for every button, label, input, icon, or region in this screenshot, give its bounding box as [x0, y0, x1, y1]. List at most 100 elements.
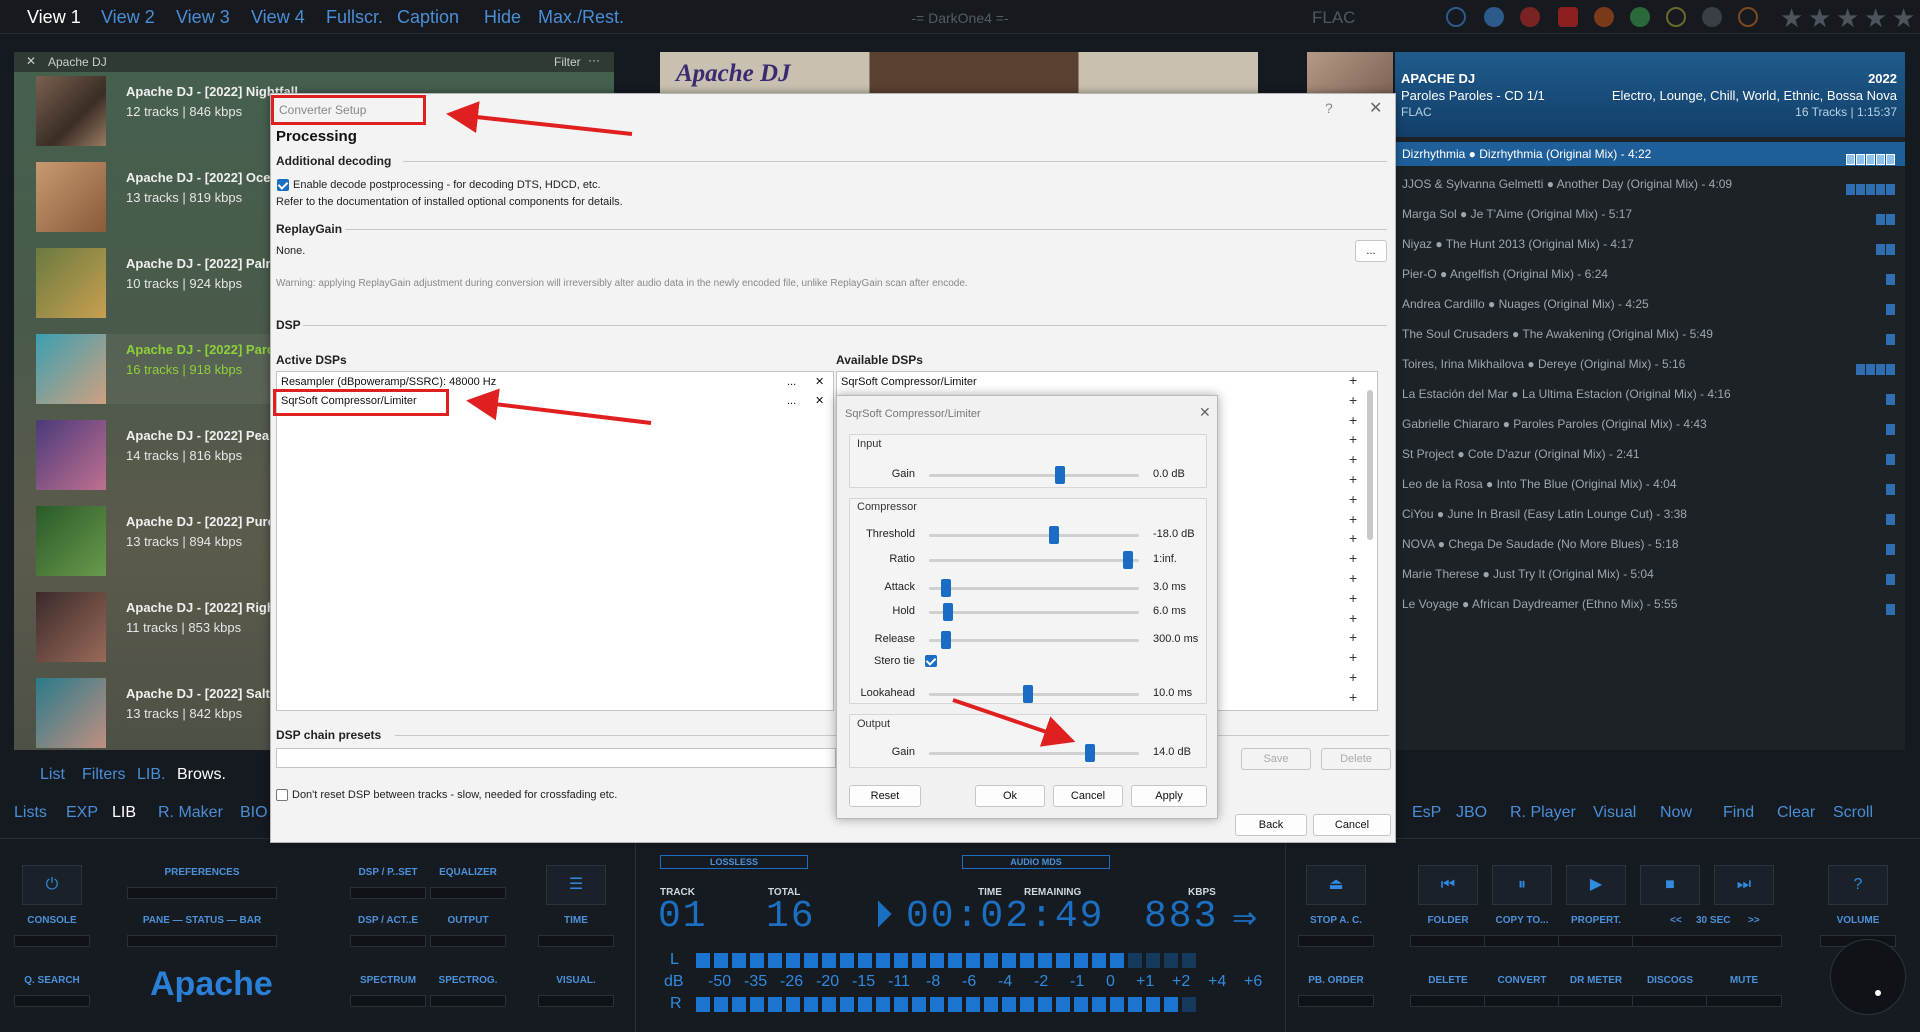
google-icon[interactable] — [1484, 7, 1504, 27]
youtube-icon[interactable] — [1558, 7, 1578, 27]
spectrum-button[interactable] — [350, 995, 426, 1007]
stop-icon[interactable]: ■ — [1640, 865, 1700, 905]
hold-slider[interactable] — [929, 611, 1139, 614]
stop-after-current-button[interactable] — [1298, 935, 1374, 947]
forward-label[interactable]: >> — [1748, 915, 1760, 926]
console-button[interactable] — [14, 935, 90, 947]
add-dsp-button[interactable]: + — [1349, 590, 1357, 606]
lookahead-slider[interactable] — [929, 693, 1139, 696]
add-dsp-button[interactable]: + — [1349, 491, 1357, 507]
track-row[interactable]: Marie Therese ● Just Try It (Original Mi… — [1395, 562, 1905, 586]
delete-preset-button[interactable]: Delete — [1321, 748, 1391, 770]
output_gain-slider[interactable] — [929, 752, 1139, 755]
add-dsp-button[interactable]: + — [1349, 689, 1357, 705]
dr-meter-button[interactable] — [1558, 995, 1634, 1007]
track-row[interactable]: Gabrielle Chiararo ● Paroles Paroles (Or… — [1395, 412, 1905, 436]
add-dsp-button[interactable]: + — [1349, 649, 1357, 665]
esp-link[interactable]: EsP — [1412, 804, 1441, 822]
cancel-button[interactable]: Cancel — [1313, 814, 1391, 836]
dsp-configure-button[interactable]: ... — [787, 392, 796, 411]
lookahead-slider-thumb[interactable] — [1023, 685, 1033, 703]
rating-star-icon[interactable]: ★ — [1780, 3, 1803, 34]
pane-status-bar-button[interactable] — [127, 935, 277, 947]
convert-button[interactable] — [1484, 995, 1560, 1007]
scroll-link[interactable]: Scroll — [1833, 804, 1873, 822]
equalizer-button[interactable] — [430, 887, 506, 899]
properties-button[interactable] — [1558, 935, 1634, 947]
filter-button[interactable]: Filter — [554, 55, 581, 69]
switch-arrows-icon[interactable]: ⇒ — [1232, 901, 1257, 936]
dsp-configure-button[interactable]: ... — [787, 373, 796, 392]
time-button[interactable] — [538, 935, 614, 947]
mute-button[interactable] — [1706, 995, 1782, 1007]
threshold-slider[interactable] — [929, 534, 1139, 537]
reset-button[interactable]: Reset — [849, 785, 921, 807]
release-slider[interactable] — [929, 639, 1139, 642]
rating-star-icon[interactable]: ★ — [1864, 3, 1887, 34]
track-row[interactable]: NOVA ● Chega De Saudade (No More Blues) … — [1395, 532, 1905, 556]
available-dsp-row[interactable]: SqrSoft Compressor/Limiter — [837, 373, 1277, 392]
add-dsp-button[interactable]: + — [1349, 570, 1357, 586]
bio-link[interactable]: BIO — [240, 804, 268, 822]
output_gain-slider-thumb[interactable] — [1085, 744, 1095, 762]
track-row[interactable]: CiYou ● June In Brasil (Easy Latin Loung… — [1395, 502, 1905, 526]
add-dsp-button[interactable]: + — [1349, 412, 1357, 428]
rating-star-icon[interactable]: ★ — [1836, 3, 1859, 34]
folder-button[interactable] — [1410, 935, 1486, 947]
track-row-selected[interactable]: Dizrhythmia ● Dizrhythmia (Original Mix)… — [1395, 142, 1905, 166]
ratio-slider-thumb[interactable] — [1123, 551, 1133, 569]
visual-button[interactable] — [538, 995, 614, 1007]
add-dsp-button[interactable]: + — [1349, 550, 1357, 566]
track-row[interactable]: St Project ● Cote D'azur (Original Mix) … — [1395, 442, 1905, 466]
close-icon[interactable]: ✕ — [26, 54, 36, 68]
clear-link[interactable]: Clear — [1777, 804, 1815, 822]
input_gain-slider[interactable] — [929, 474, 1139, 477]
browse-link[interactable]: Brows. — [177, 766, 226, 784]
add-dsp-button[interactable]: + — [1349, 610, 1357, 626]
ratio-slider[interactable] — [929, 559, 1139, 562]
track-row[interactable]: Niyaz ● The Hunt 2013 (Original Mix) - 4… — [1395, 232, 1905, 256]
stereo-tie-checkbox[interactable] — [925, 655, 937, 667]
input_gain-slider-thumb[interactable] — [1055, 466, 1065, 484]
track-row[interactable]: Pier-O ● Angelfish (Original Mix) - 6:24 — [1395, 262, 1905, 286]
track-row[interactable]: La Estación del Mar ● La Ultima Estacion… — [1395, 382, 1905, 406]
add-dsp-button[interactable]: + — [1349, 511, 1357, 527]
track-row[interactable]: The Soul Crusaders ● The Awakening (Orig… — [1395, 322, 1905, 346]
lib-link[interactable]: LIB. — [137, 766, 165, 784]
dsp-active-button[interactable] — [350, 935, 426, 947]
pause-icon[interactable]: ⏸ — [1492, 865, 1552, 905]
add-dsp-button[interactable]: + — [1349, 372, 1357, 388]
track-row[interactable]: Toires, Irina Mikhailova ● Dereye (Origi… — [1395, 352, 1905, 376]
back-button[interactable]: Back — [1235, 814, 1307, 836]
add-dsp-button[interactable]: + — [1349, 451, 1357, 467]
release-slider-thumb[interactable] — [941, 631, 951, 649]
spotify-icon[interactable] — [1630, 7, 1650, 27]
rating-star-icon[interactable]: ★ — [1892, 3, 1915, 34]
rewind-label[interactable]: << — [1670, 915, 1682, 926]
add-dsp-button[interactable]: + — [1349, 669, 1357, 685]
now-link[interactable]: Now — [1660, 804, 1692, 822]
rating-star-icon[interactable]: ★ — [1808, 3, 1831, 34]
dialog-close-button[interactable]: ✕ — [1369, 98, 1382, 118]
eject-icon[interactable]: ⏏ — [1306, 865, 1366, 905]
track-row[interactable]: Leo de la Rosa ● Into The Blue (Original… — [1395, 472, 1905, 496]
volume-knob[interactable] — [1830, 939, 1906, 1015]
track-row[interactable]: JJOS & Sylvanna Gelmetti ● Another Day (… — [1395, 172, 1905, 196]
r-player-link[interactable]: R. Player — [1510, 804, 1576, 822]
r-maker-link[interactable]: R. Maker — [158, 804, 223, 822]
preferences-button[interactable] — [127, 887, 277, 899]
podcast-icon[interactable] — [1738, 7, 1758, 27]
next-icon[interactable]: ⏭ — [1714, 865, 1774, 905]
add-dsp-button[interactable]: + — [1349, 471, 1357, 487]
seek-button[interactable] — [1632, 935, 1782, 947]
threshold-slider-thumb[interactable] — [1049, 526, 1059, 544]
discogs-button[interactable] — [1632, 995, 1708, 1007]
decode-postprocessing-checkbox[interactable] — [277, 179, 289, 191]
quick-search-button[interactable] — [14, 995, 90, 1007]
menu-icon[interactable]: ☰ — [546, 865, 606, 905]
ok-button[interactable]: Ok — [975, 785, 1045, 807]
spectrogram-button[interactable] — [430, 995, 506, 1007]
attack-slider-thumb[interactable] — [941, 579, 951, 597]
help-icon[interactable]: ? — [1828, 865, 1888, 905]
compressor-cancel-button[interactable]: Cancel — [1053, 785, 1123, 807]
